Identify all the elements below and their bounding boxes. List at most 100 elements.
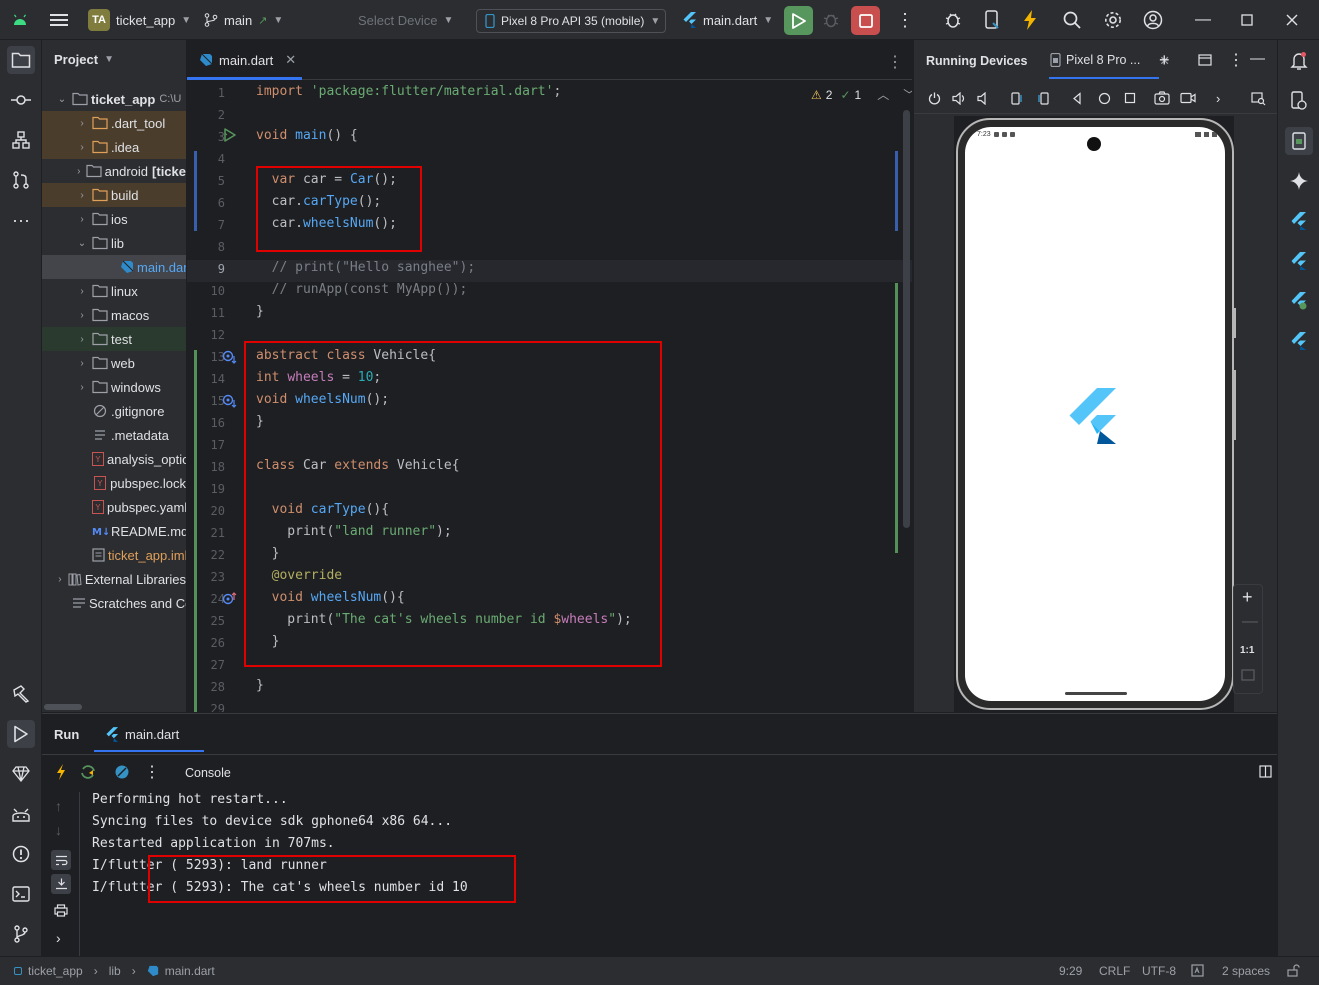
vertical-scrollbar[interactable] — [903, 110, 910, 528]
run-button[interactable] — [784, 6, 813, 35]
logcat-icon[interactable] — [7, 800, 35, 828]
git-branch-icon[interactable] — [7, 920, 35, 948]
more-actions-icon[interactable]: ⋮ — [896, 0, 914, 40]
tree-item[interactable]: › build — [42, 183, 186, 207]
project-panel-header[interactable]: Project ▼ — [54, 52, 114, 67]
rotate-left-icon[interactable] — [1010, 91, 1024, 106]
zoom-in-icon[interactable]: + — [1242, 587, 1253, 608]
tree-item[interactable]: Yanalysis_optio — [42, 447, 186, 471]
tree-item[interactable]: ⌄ lib — [42, 231, 186, 255]
overrides-gutter-icon[interactable] — [222, 592, 238, 606]
tree-item[interactable]: .gitignore — [42, 399, 186, 423]
breadcrumb-project[interactable]: ticket_app — [28, 964, 83, 978]
screenshot-icon[interactable] — [1154, 91, 1170, 105]
layout-inspector-icon[interactable] — [1251, 92, 1266, 106]
chevron-right-icon[interactable]: › — [76, 190, 88, 201]
branch-switcher[interactable]: main ↗ ▼ — [204, 0, 283, 40]
hot-restart-icon[interactable] — [80, 764, 96, 780]
run-tool-icon[interactable] — [7, 720, 35, 748]
tree-item[interactable]: › android [ticke — [42, 159, 186, 183]
caret-position[interactable]: 9:29 — [1059, 964, 1082, 978]
implemented-gutter-icon[interactable] — [222, 350, 238, 364]
tree-item[interactable]: › web — [42, 351, 186, 375]
editor-options-icon[interactable]: ⋮ — [887, 52, 903, 72]
phone-screen[interactable]: 7:23 — [965, 127, 1225, 701]
debug-button[interactable] — [822, 11, 840, 29]
readonly-icon[interactable] — [1191, 964, 1204, 977]
volume-down-icon[interactable] — [977, 92, 989, 105]
run-tab-main-dart[interactable]: main.dart — [106, 714, 179, 754]
tree-item[interactable]: › .idea — [42, 135, 186, 159]
notifications-icon[interactable] — [1285, 47, 1313, 75]
indent-setting[interactable]: 2 spaces — [1222, 964, 1270, 978]
problems-icon[interactable] — [7, 840, 35, 868]
tree-root[interactable]: ⌄ ticket_app C:\U — [42, 87, 186, 111]
tree-item[interactable]: Ypubspec.lock — [42, 471, 186, 495]
tree-item[interactable]: main.dart — [42, 255, 186, 279]
flutter-outline-icon[interactable] — [1285, 247, 1313, 275]
rotate-right-icon[interactable] — [1036, 91, 1050, 106]
close-tab-icon[interactable]: ✕ — [285, 52, 296, 68]
overview-icon[interactable] — [1124, 92, 1136, 104]
chevron-down-icon[interactable]: ⌄ — [76, 238, 88, 249]
chevron-right-icon[interactable]: › — [76, 118, 88, 129]
chevron-right-icon[interactable]: › — [76, 214, 88, 225]
home-icon[interactable] — [1098, 92, 1111, 105]
chevron-right-icon[interactable]: › — [76, 142, 88, 153]
run-options-icon[interactable]: ⋮ — [144, 762, 160, 782]
gem-icon[interactable] — [7, 760, 35, 788]
hot-reload-icon[interactable] — [56, 764, 66, 780]
commit-icon[interactable] — [7, 86, 35, 114]
device-manager-side-icon[interactable] — [1285, 87, 1313, 115]
flutter-performance-icon[interactable] — [1285, 287, 1313, 315]
tree-item[interactable]: M↓ README.md — [42, 519, 186, 543]
device-options-icon[interactable]: ⋮ — [1228, 50, 1244, 70]
account-icon[interactable] — [1143, 0, 1163, 40]
running-devices-side-icon[interactable] — [1285, 127, 1313, 155]
device-manager-icon[interactable] — [943, 0, 963, 40]
zoom-actual-size[interactable]: 1:1 — [1240, 645, 1254, 656]
screen-record-icon[interactable] — [1180, 92, 1196, 104]
tree-item[interactable]: › ios — [42, 207, 186, 231]
breadcrumb-lib[interactable]: lib — [109, 964, 121, 978]
project-switcher[interactable]: TA ticket_app ▼ — [88, 0, 191, 40]
console-tab[interactable]: Console — [185, 766, 231, 780]
gemini-sparkle-icon[interactable] — [1285, 167, 1313, 195]
chevron-right-icon[interactable]: › — [76, 358, 88, 369]
chevron-up-icon[interactable]: ︿ — [877, 86, 889, 103]
volume-up-icon[interactable] — [952, 92, 966, 105]
lock-icon[interactable] — [1287, 964, 1300, 977]
chevron-right-icon[interactable]: › — [76, 166, 82, 177]
zoom-out-icon[interactable]: — — [1242, 613, 1258, 631]
chevron-right-icon[interactable]: › — [76, 286, 88, 297]
hot-reload-icon[interactable] — [1023, 0, 1037, 40]
tree-item[interactable]: › test — [42, 327, 186, 351]
device-mirror-icon[interactable] — [983, 0, 1001, 40]
android-logo-icon[interactable] — [12, 0, 28, 40]
run-gutter-icon[interactable] — [224, 128, 236, 144]
window-layout-icon[interactable] — [1198, 54, 1212, 66]
implemented-gutter-icon[interactable] — [222, 394, 238, 408]
flutter-inspector-icon[interactable] — [1285, 207, 1313, 235]
tree-scratches[interactable]: Scratches and Co — [42, 591, 186, 615]
chevron-down-icon[interactable]: ﹀ — [903, 86, 912, 103]
flutter-devtools-icon[interactable] — [1285, 327, 1313, 355]
breadcrumb-file[interactable]: main.dart — [165, 964, 215, 978]
line-separator[interactable]: CRLF — [1099, 964, 1130, 978]
structure-icon[interactable] — [7, 126, 35, 154]
chevron-right-icon[interactable]: › — [76, 310, 88, 321]
tree-item[interactable]: ticket_app.iml — [42, 543, 186, 567]
power-icon[interactable] — [928, 92, 941, 105]
minimize-window-icon[interactable]: — — [1195, 0, 1211, 40]
hide-panel-icon[interactable]: — — [1250, 50, 1265, 67]
device-tab[interactable]: Pixel 8 Pro ... ✕ — [1050, 40, 1170, 80]
more-tools-icon[interactable]: ··· — [7, 206, 35, 234]
search-icon[interactable] — [1063, 0, 1081, 40]
tree-item[interactable]: › macos — [42, 303, 186, 327]
pull-requests-icon[interactable] — [7, 166, 35, 194]
settings-gear-icon[interactable] — [1103, 0, 1123, 40]
open-devtools-icon[interactable] — [114, 764, 130, 780]
project-tool-folder-icon[interactable] — [7, 46, 35, 74]
terminal-icon[interactable] — [7, 880, 35, 908]
chevron-right-icon[interactable]: › — [1216, 91, 1220, 106]
